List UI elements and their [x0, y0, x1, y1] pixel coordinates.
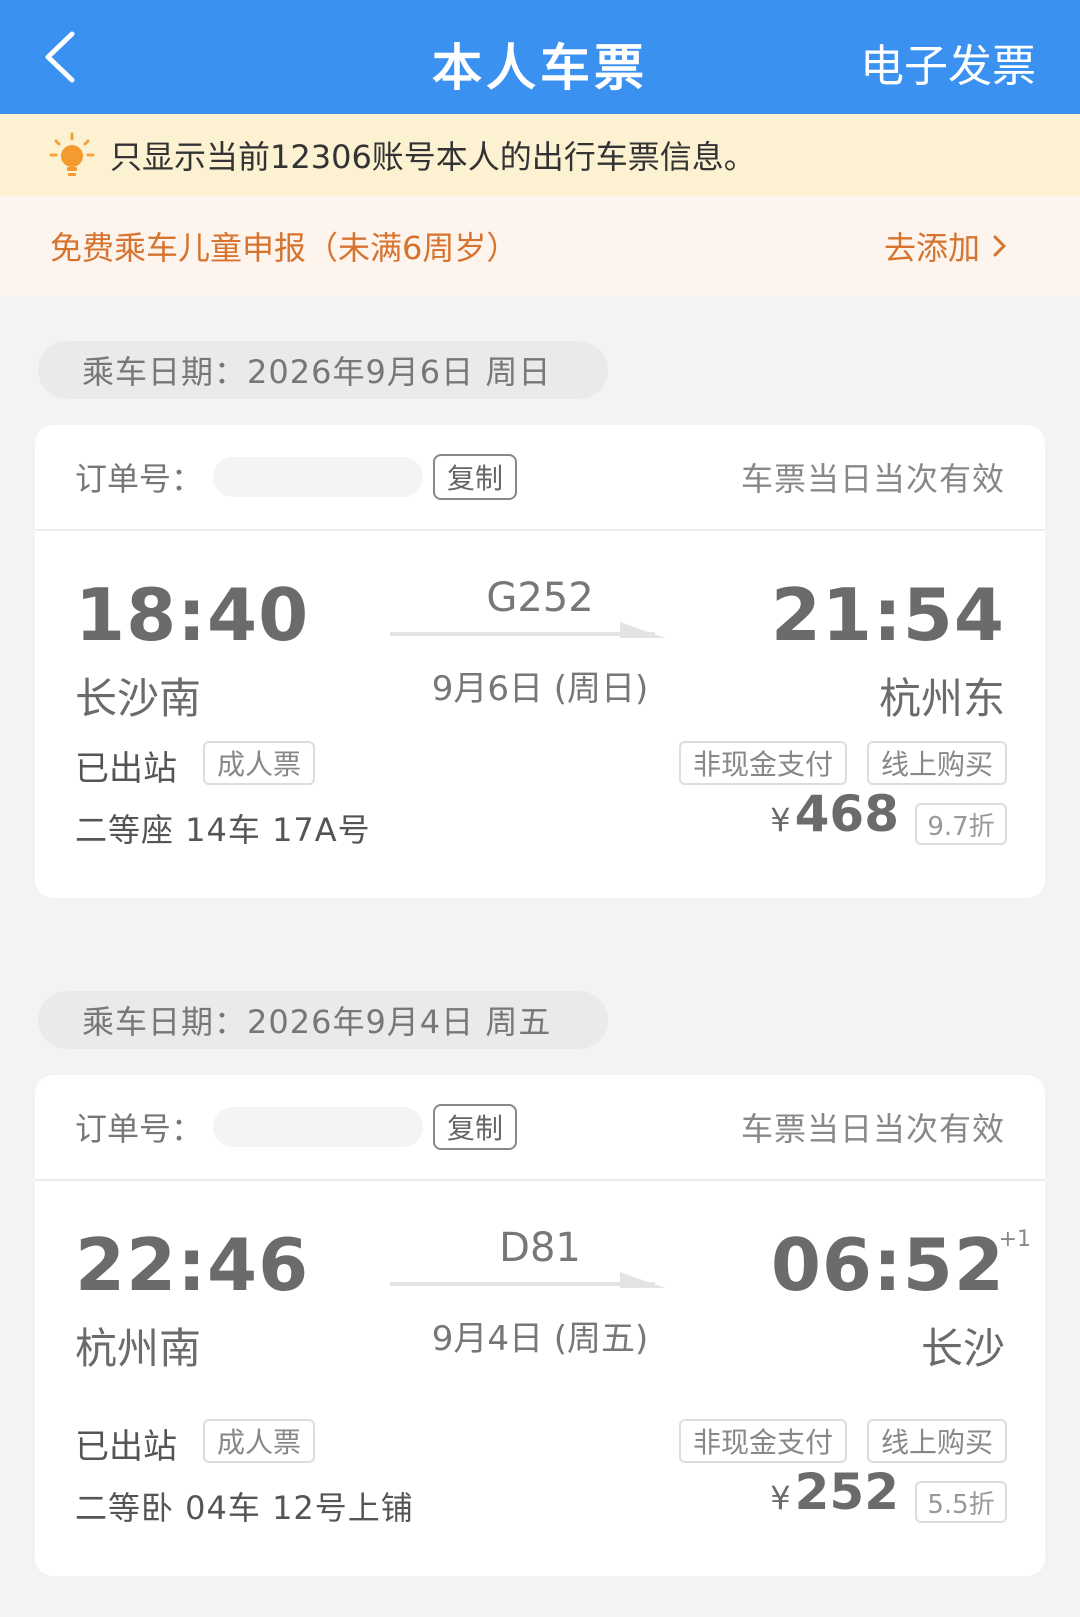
- order-number-redacted: [213, 457, 424, 497]
- next-day-indicator: +1: [998, 1227, 1031, 1252]
- currency-symbol: ¥: [770, 1479, 791, 1517]
- child-declaration-bar[interactable]: 免费乘车儿童申报（未满6周岁） 去添加: [0, 196, 1080, 296]
- order-number-redacted: [213, 1107, 424, 1147]
- ticket-card[interactable]: 订单号： 复制 车票当日当次有效 22:46 D81 06:52 +1 杭州南 …: [35, 1075, 1045, 1576]
- arrival-station: 长沙: [920, 1324, 1005, 1373]
- currency-symbol: ¥: [770, 801, 791, 839]
- seat-info: 二等卧 04车 12号上铺: [75, 1489, 414, 1527]
- ticket-card-header: 订单号： 复制 车票当日当次有效: [35, 1075, 1045, 1181]
- price-value: 468: [794, 785, 899, 843]
- ticket-validity: 车票当日当次有效: [740, 1110, 1005, 1148]
- e-invoice-button[interactable]: 电子发票: [860, 30, 1036, 94]
- ticket-status: 已出站: [75, 749, 177, 789]
- purchase-channel-tag: 线上购买: [866, 741, 1007, 785]
- ticket-card-header: 订单号： 复制 车票当日当次有效: [35, 425, 1045, 531]
- add-child-label: 去添加: [883, 229, 980, 267]
- add-child-button[interactable]: 去添加: [884, 223, 1010, 269]
- ticket-status: 已出站: [75, 1427, 177, 1467]
- ticket-card[interactable]: 订单号： 复制 车票当日当次有效 18:40 G252 21:54 长沙南 9月…: [35, 425, 1045, 898]
- purchase-channel-tag: 线上购买: [866, 1419, 1007, 1463]
- chevron-right-icon: [993, 235, 1006, 257]
- arrival-time: 06:52: [770, 1223, 1005, 1307]
- bulb-icon: [49, 132, 95, 176]
- arrow-right-icon: [390, 1272, 665, 1288]
- arrow-right-icon: [390, 622, 665, 638]
- ticket-price: ¥252: [770, 1463, 899, 1521]
- copy-order-button[interactable]: 复制: [433, 1104, 518, 1150]
- ticket-price: ¥468: [770, 785, 899, 843]
- notice-text: 只显示当前12306账号本人的出行车票信息。: [110, 138, 756, 176]
- ticket-type-tag: 成人票: [203, 741, 316, 785]
- copy-order-button[interactable]: 复制: [433, 454, 518, 500]
- ticket-validity: 车票当日当次有效: [740, 460, 1005, 498]
- discount-tag: 9.7折: [915, 803, 1007, 845]
- child-declaration-text: 免费乘车儿童申报（未满6周岁）: [50, 229, 519, 267]
- train-date: 9月4日 (周五): [431, 1319, 649, 1359]
- travel-date-label: 乘车日期：2026年9月4日 周五: [38, 991, 608, 1049]
- price-value: 252: [794, 1463, 899, 1521]
- order-number-label: 订单号：: [75, 1110, 204, 1148]
- payment-tag: 非现金支付: [678, 1419, 847, 1463]
- order-number-label: 订单号：: [75, 460, 204, 498]
- arrival-time: 21:54: [770, 573, 1005, 657]
- payment-tag: 非现金支付: [678, 741, 847, 785]
- header-bar: 本人车票 电子发票: [0, 0, 1080, 114]
- arrival-station: 杭州东: [878, 674, 1005, 723]
- discount-tag: 5.5折: [915, 1481, 1007, 1523]
- travel-date-label: 乘车日期：2026年9月6日 周日: [38, 341, 608, 399]
- notice-banner: 只显示当前12306账号本人的出行车票信息。: [0, 114, 1080, 196]
- seat-info: 二等座 14车 17A号: [75, 811, 371, 849]
- ticket-type-tag: 成人票: [203, 1419, 316, 1463]
